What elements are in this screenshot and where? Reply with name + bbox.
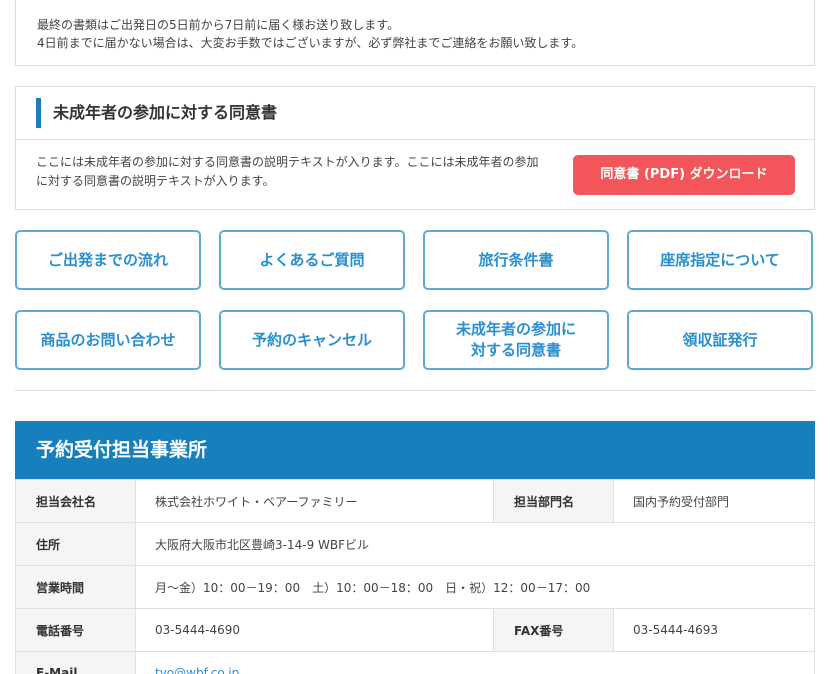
nav-button-minor-consent[interactable]: 未成年者の参加に 対する同意書 [423, 310, 609, 370]
nav-button-seat-selection[interactable]: 座席指定について [627, 230, 813, 290]
nav-button-cancel-booking[interactable]: 予約のキャンセル [219, 310, 405, 370]
dept-value: 国内予約受付部門 [613, 479, 815, 523]
nav-button-departure-flow[interactable]: ご出発までの流れ [15, 230, 201, 290]
consent-section-heading: 未成年者の参加に対する同意書 [36, 98, 796, 128]
notice-line-1: 最終の書類はご出発日の5日前から7日前に届く様お送り致します。 [37, 18, 400, 32]
table-row: E-Mail tyo@wbf.co.jp [15, 651, 815, 674]
company-value: 株式会社ホワイト・ベアーファミリー [135, 479, 494, 523]
consent-divider [16, 139, 814, 140]
shipping-notice-box: 最終の書類はご出発日の5日前から7日前に届く様お送り致します。 4日前までに届か… [15, 0, 815, 66]
office-section-title: 予約受付担当事業所 [15, 421, 815, 479]
fax-value: 03-5444-4693 [613, 608, 815, 652]
dept-label: 担当部門名 [493, 479, 614, 523]
notice-line-2: 4日前までに届かない場合は、大変お手数ではございますが、必ず弊社までご連絡をお願… [37, 36, 584, 50]
office-info-table: 担当会社名 株式会社ホワイト・ベアーファミリー 担当部門名 国内予約受付部門 住… [15, 479, 815, 674]
nav-button-faq[interactable]: よくあるご質問 [219, 230, 405, 290]
table-row: 担当会社名 株式会社ホワイト・ベアーファミリー 担当部門名 国内予約受付部門 [15, 479, 815, 523]
consent-form-section: 未成年者の参加に対する同意書 ここには未成年者の参加に対する同意書の説明テキスト… [15, 86, 815, 210]
nav-button-product-inquiry[interactable]: 商品のお問い合わせ [15, 310, 201, 370]
consent-pdf-download-button[interactable]: 同意書 (PDF) ダウンロード [573, 155, 795, 195]
email-label: E-Mail [15, 651, 136, 674]
hours-value: 月〜金）10：00－19：00 土）10：00－18：00 日・祝）12：00－… [135, 565, 815, 609]
address-value: 大阪府大阪市北区豊崎3-14-9 WBFビル [135, 522, 815, 566]
hours-label: 営業時間 [15, 565, 136, 609]
table-row: 電話番号 03-5444-4690 FAX番号 03-5444-4693 [15, 608, 815, 652]
nav-button-receipt[interactable]: 領収証発行 [627, 310, 813, 370]
address-label: 住所 [15, 522, 136, 566]
table-row: 営業時間 月〜金）10：00－19：00 土）10：00－18：00 日・祝）1… [15, 565, 815, 609]
phone-label: 電話番号 [15, 608, 136, 652]
phone-value: 03-5444-4690 [135, 608, 494, 652]
table-row: 住所 大阪府大阪市北区豊崎3-14-9 WBFビル [15, 522, 815, 566]
fax-label: FAX番号 [493, 608, 614, 652]
consent-description: ここには未成年者の参加に対する同意書の説明テキストが入ります。ここには未成年者の… [36, 155, 539, 188]
email-link[interactable]: tyo@wbf.co.jp [135, 651, 815, 674]
company-label: 担当会社名 [15, 479, 136, 523]
nav-button-travel-conditions[interactable]: 旅行条件書 [423, 230, 609, 290]
section-divider [15, 390, 815, 391]
